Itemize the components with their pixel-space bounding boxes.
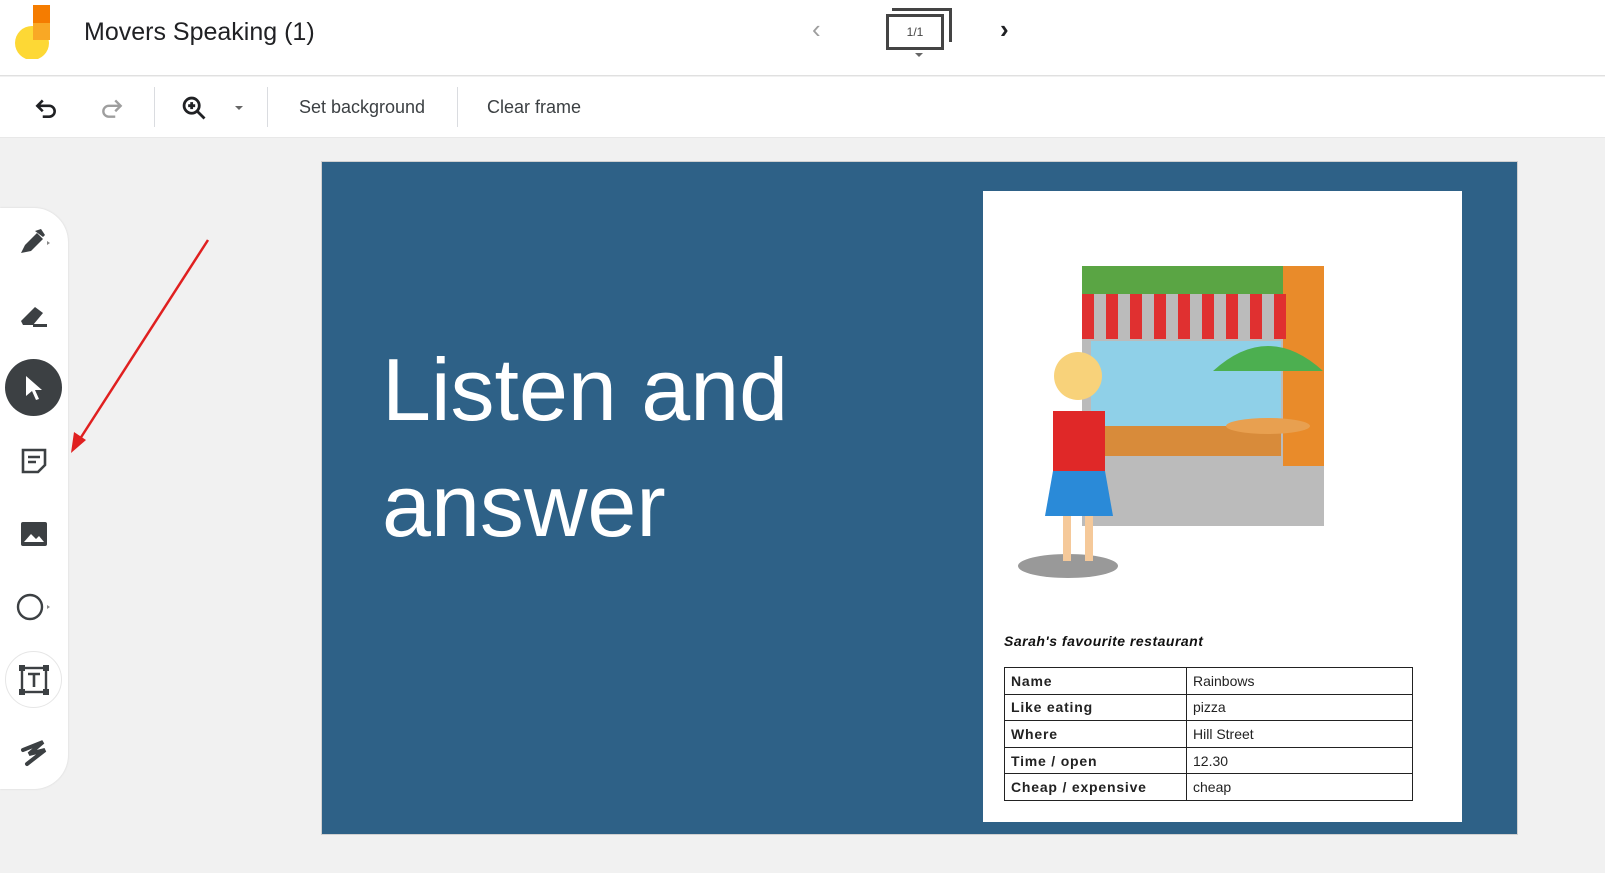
sticky-note-tool[interactable]	[5, 432, 62, 489]
table-row: Like eating pizza	[1004, 693, 1413, 722]
select-tool[interactable]	[5, 359, 62, 416]
info-table: Name Rainbows Like eating pizza Where Hill …	[1004, 667, 1413, 801]
cursor-arrow-icon	[25, 375, 42, 400]
redo-button[interactable]	[90, 77, 134, 138]
row-key: Cheap / expensive	[1004, 773, 1187, 801]
slide-title: Listen and answer	[382, 332, 882, 564]
cafe-illustration	[1018, 266, 1324, 578]
slide-title-line: Listen and	[382, 340, 789, 439]
row-value: Rainbows	[1186, 667, 1413, 695]
jamboard-logo	[15, 5, 50, 59]
divider	[154, 87, 155, 127]
table-row: Cheap / expensive cheap	[1004, 773, 1413, 801]
previous-frame-button[interactable]: ‹	[812, 14, 821, 45]
row-value: pizza	[1186, 693, 1413, 722]
circle-icon	[16, 593, 50, 620]
app-header: Movers Speaking (1) ‹ 1/1 ›	[0, 0, 1605, 76]
undo-icon	[35, 98, 56, 118]
caret-down-icon	[235, 105, 243, 110]
document-title[interactable]: Movers Speaking (1)	[84, 18, 315, 47]
zoom-in-icon	[182, 96, 206, 119]
frame-bar-toggle[interactable]: 1/1	[886, 8, 954, 60]
laser-icon	[20, 739, 46, 766]
image-tool[interactable]	[5, 505, 62, 562]
toolbar: Set background Clear frame	[0, 77, 1605, 138]
text-box-icon	[18, 664, 49, 695]
jam-frame[interactable]: Listen and answer Sarah's favourite rest…	[321, 161, 1518, 835]
frame-indicator: 1/1	[886, 14, 944, 50]
clear-frame-button[interactable]: Clear frame	[472, 77, 596, 138]
table-row: Time / open 12.30	[1004, 746, 1413, 775]
eraser-tool[interactable]	[5, 286, 62, 343]
caret-down-icon	[915, 53, 923, 57]
pen-tool[interactable]	[5, 213, 62, 270]
image-icon	[20, 521, 47, 546]
zoom-button[interactable]	[172, 77, 216, 138]
row-key: Where	[1004, 720, 1187, 748]
divider	[457, 87, 458, 127]
sticky-note-icon	[21, 448, 46, 473]
pen-icon	[20, 228, 50, 253]
divider	[267, 87, 268, 127]
row-key: Name	[1004, 667, 1187, 695]
row-value: Hill Street	[1186, 720, 1413, 748]
shape-tool[interactable]	[5, 578, 62, 635]
row-key: Like eating	[1004, 693, 1187, 722]
worksheet-caption: Sarah's favourite restaurant	[1004, 633, 1204, 649]
table-row: Name Rainbows	[1004, 667, 1413, 695]
text-box-tool[interactable]	[5, 651, 62, 708]
laser-tool[interactable]	[5, 724, 62, 781]
set-background-button[interactable]: Set background	[282, 77, 442, 138]
eraser-icon	[20, 306, 47, 327]
worksheet-image[interactable]: Sarah's favourite restaurant Name Rainbow…	[983, 191, 1462, 822]
zoom-dropdown[interactable]	[228, 77, 250, 138]
table-row: Where Hill Street	[1004, 720, 1413, 748]
undo-button[interactable]	[24, 77, 68, 138]
slide-title-line: answer	[382, 456, 666, 555]
redo-icon	[102, 99, 123, 118]
tool-sidebar	[0, 208, 68, 789]
row-key: Time / open	[1004, 746, 1187, 775]
row-value: cheap	[1186, 773, 1413, 801]
next-frame-button[interactable]: ›	[1000, 14, 1009, 45]
row-value: 12.30	[1186, 746, 1413, 775]
